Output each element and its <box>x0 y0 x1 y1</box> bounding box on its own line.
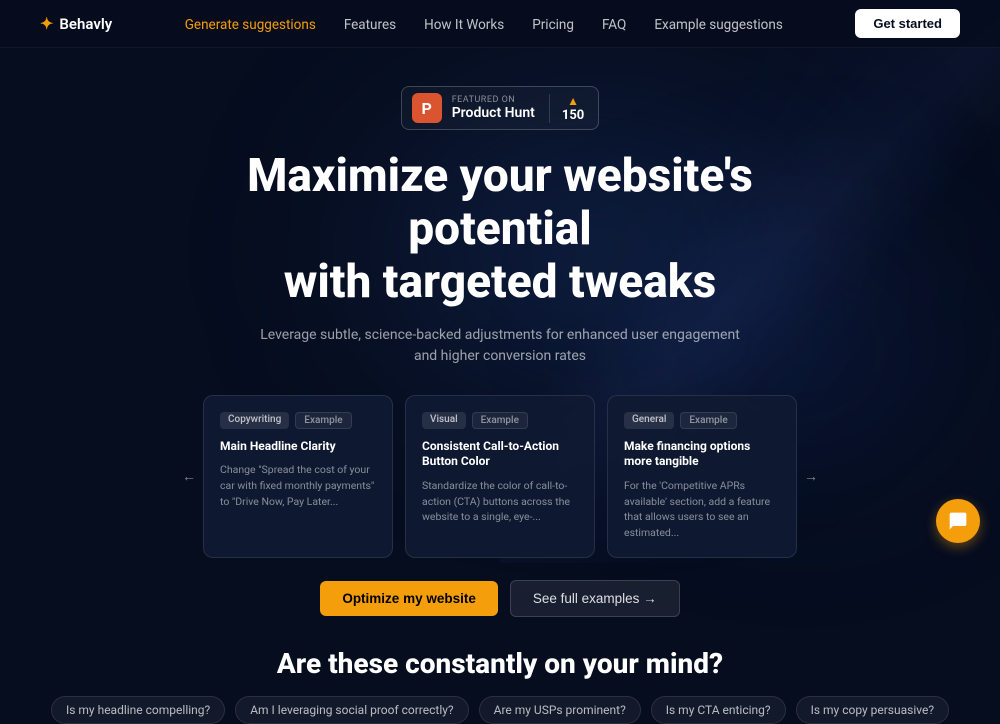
product-hunt-number: 150 <box>562 108 584 123</box>
hero-subtitle: Leverage subtle, science-backed adjustme… <box>250 325 750 367</box>
nav-link-generate[interactable]: Generate suggestions <box>185 17 316 33</box>
product-hunt-featured-label: FEATURED ON <box>452 95 535 105</box>
card-2-title: Consistent Call-to-Action Button Color <box>422 439 578 470</box>
card-2: Visual Example Consistent Call-to-Action… <box>405 395 595 558</box>
bottom-title: Are these constantly on your mind? <box>277 647 723 680</box>
card-1-tag-example: Example <box>295 412 351 429</box>
product-hunt-count: ▲ 150 <box>549 94 584 123</box>
card-2-tag-primary: Visual <box>422 412 466 429</box>
hero-title: Maximize your website's potential with t… <box>150 150 850 309</box>
card-2-tag-example: Example <box>472 412 528 429</box>
product-hunt-arrow-icon: ▲ <box>567 94 579 108</box>
card-1-title: Main Headline Clarity <box>220 439 376 455</box>
logo-icon: ✦ <box>40 14 53 33</box>
card-1-body: Change "Spread the cost of your car with… <box>220 462 376 509</box>
product-hunt-text: FEATURED ON Product Hunt <box>452 95 535 121</box>
card-2-body: Standardize the color of call-to-action … <box>422 478 578 525</box>
card-1-tags: Copywriting Example <box>220 412 376 429</box>
logo-text: Behavly <box>59 15 112 33</box>
card-2-tags: Visual Example <box>422 412 578 429</box>
card-3-title: Make financing options more tangible <box>624 439 780 470</box>
nav-links: Generate suggestions Features How It Wor… <box>185 14 783 33</box>
chat-button[interactable] <box>936 499 980 543</box>
cta-row: Optimize my website See full examples → <box>320 580 679 617</box>
nav-link-how-it-works[interactable]: How It Works <box>424 17 504 33</box>
hero-title-line1: Maximize your website's potential <box>247 149 753 256</box>
card-1-tag-primary: Copywriting <box>220 412 289 429</box>
card-3-body: For the 'Competitive APRs available' sec… <box>624 478 780 541</box>
nav-link-faq[interactable]: FAQ <box>602 17 626 33</box>
cards-container: ← Copywriting Example Main Headline Clar… <box>0 395 1000 558</box>
cards-prev-button[interactable]: ← <box>175 462 203 490</box>
card-1: Copywriting Example Main Headline Clarit… <box>203 395 393 558</box>
navbar: ✦ Behavly Generate suggestions Features … <box>0 0 1000 48</box>
question-tag-4[interactable]: Is my copy persuasive? <box>796 696 949 724</box>
cards-next-button[interactable]: → <box>797 462 825 490</box>
product-hunt-logo: P <box>412 93 442 123</box>
question-tag-3[interactable]: Is my CTA enticing? <box>651 696 786 724</box>
card-3: General Example Make financing options m… <box>607 395 797 558</box>
question-tag-1[interactable]: Am I leveraging social proof correctly? <box>235 696 468 724</box>
see-examples-button[interactable]: See full examples → <box>510 580 680 617</box>
optimize-button[interactable]: Optimize my website <box>320 581 498 616</box>
card-3-tag-example: Example <box>680 412 736 429</box>
question-tag-2[interactable]: Are my USPs prominent? <box>479 696 641 724</box>
hero-title-line2: with targeted tweaks <box>284 255 717 309</box>
chat-icon <box>948 511 968 531</box>
nav-get-started-button[interactable]: Get started <box>855 9 960 38</box>
card-3-tags: General Example <box>624 412 780 429</box>
hero-section: P FEATURED ON Product Hunt ▲ 150 Maximiz… <box>0 48 1000 617</box>
bottom-section: Are these constantly on your mind? Is my… <box>0 617 1000 724</box>
question-tag-0[interactable]: Is my headline compelling? <box>51 696 225 724</box>
nav-link-pricing[interactable]: Pricing <box>532 17 574 33</box>
product-hunt-name: Product Hunt <box>452 105 535 121</box>
card-3-tag-primary: General <box>624 412 674 429</box>
nav-link-features[interactable]: Features <box>344 17 396 33</box>
cards-row: Copywriting Example Main Headline Clarit… <box>203 395 797 558</box>
question-tags-row: Is my headline compelling? Am I leveragi… <box>51 696 949 724</box>
product-hunt-badge[interactable]: P FEATURED ON Product Hunt ▲ 150 <box>401 86 600 130</box>
nav-link-examples[interactable]: Example suggestions <box>654 17 782 33</box>
logo[interactable]: ✦ Behavly <box>40 14 112 33</box>
